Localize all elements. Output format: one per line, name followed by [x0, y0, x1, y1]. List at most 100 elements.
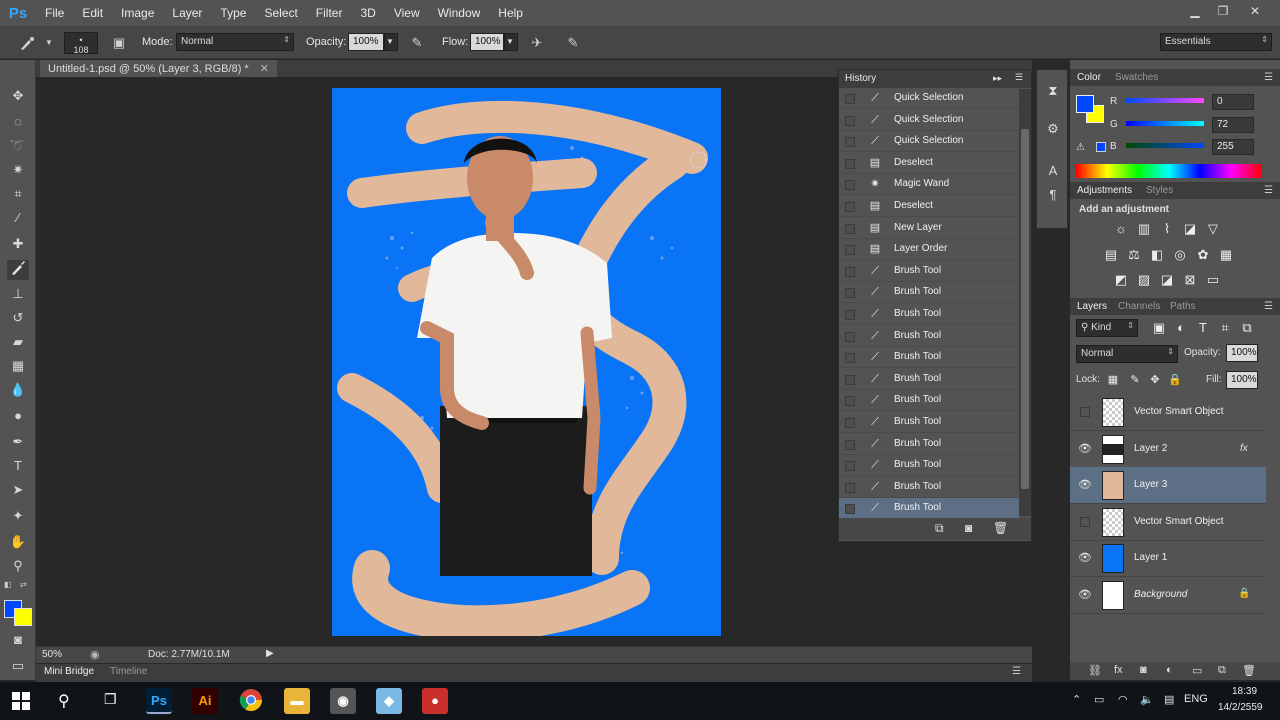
gradient-tool-icon[interactable]: ▦ [7, 356, 29, 376]
history-item[interactable]: ⟋ Brush Tool [839, 261, 1019, 282]
history-item[interactable]: ▤ Deselect [839, 153, 1019, 174]
black-white-icon[interactable]: ◧ [1148, 247, 1166, 263]
layer-thumbnail[interactable] [1102, 398, 1124, 427]
history-snapshot-checkbox[interactable] [845, 223, 855, 234]
menu-select[interactable]: Select [255, 6, 306, 20]
flow-dropdown[interactable]: ▼ [504, 33, 518, 51]
r-slider[interactable] [1126, 98, 1204, 103]
history-snapshot-checkbox[interactable] [845, 482, 855, 493]
brush-preset-icon[interactable] [18, 34, 36, 52]
history-snapshot-checkbox[interactable] [845, 245, 855, 256]
filter-type-icon[interactable]: T [1194, 320, 1212, 336]
menu-type[interactable]: Type [211, 6, 255, 20]
wifi-icon[interactable]: ◠ [1118, 693, 1128, 706]
status-icon[interactable]: ◉ [90, 648, 100, 661]
tab-timeline[interactable]: Timeline [110, 666, 147, 677]
history-snapshot-checkbox[interactable] [845, 288, 855, 299]
blend-mode-select[interactable]: Normal ⇕ [1076, 345, 1178, 363]
custom-shape-tool-icon[interactable]: ✦ [7, 506, 29, 526]
filter-pixel-icon[interactable]: ▣ [1150, 320, 1168, 336]
chevron-down-icon[interactable]: ▼ [40, 34, 58, 52]
layer-style-icon[interactable]: fx [1114, 664, 1123, 676]
selective-color-icon[interactable]: ⊠ [1181, 272, 1199, 288]
brush-panel-icon[interactable]: ▣ [110, 34, 128, 52]
web-safe-swatch[interactable] [1096, 142, 1106, 152]
menu-layer[interactable]: Layer [163, 6, 211, 20]
history-item[interactable]: ▤ New Layer [839, 218, 1019, 239]
layer-name[interactable]: Layer 1 [1134, 552, 1167, 563]
menu-edit[interactable]: Edit [73, 6, 112, 20]
panel-menu-icon[interactable]: ☰ [1264, 301, 1273, 312]
history-title[interactable]: History [845, 73, 876, 84]
close-icon[interactable]: ✕ [1240, 2, 1270, 20]
r-value[interactable]: 0 [1212, 94, 1254, 110]
color-lookup-icon[interactable]: ▦ [1217, 247, 1235, 263]
path-selection-tool-icon[interactable]: ➤ [7, 480, 29, 500]
fill-field[interactable]: 100% [1226, 371, 1258, 389]
message-icon[interactable]: ▤ [1164, 693, 1174, 706]
color-spectrum-bar[interactable] [1076, 164, 1262, 178]
type-tool-icon[interactable]: T [7, 456, 29, 476]
blur-tool-icon[interactable]: 💧 [7, 380, 29, 400]
history-item[interactable]: ▤ Layer Order [839, 239, 1019, 261]
history-snapshot-checkbox[interactable] [845, 331, 855, 342]
tab-adjustments[interactable]: Adjustments [1077, 185, 1132, 196]
panel-menu-icon[interactable]: ☰ [1264, 72, 1273, 83]
restore-icon[interactable]: ❐ [1208, 2, 1238, 20]
chevron-up-icon[interactable]: ⌃ [1072, 693, 1081, 706]
panel-menu-icon[interactable]: ☰ [1015, 72, 1023, 83]
layer-row[interactable]: 👁 Background 🔒 [1070, 577, 1266, 614]
layer-thumbnail[interactable] [1102, 544, 1124, 573]
workspace-select[interactable]: Essentials ⇕ [1160, 33, 1272, 51]
brush-presets-icon[interactable]: ⚙ [1044, 120, 1062, 138]
menu-window[interactable]: Window [429, 6, 490, 20]
layer-thumbnail[interactable] [1102, 471, 1124, 500]
history-snapshot-checkbox[interactable] [845, 158, 855, 169]
pen-tool-icon[interactable]: ✒ [7, 432, 29, 452]
new-group-icon[interactable]: ▭ [1192, 664, 1202, 677]
history-snapshot-checkbox[interactable] [845, 504, 855, 515]
new-adjustment-icon[interactable]: ◐ [1166, 664, 1173, 676]
visibility-eye-icon[interactable]: 👁 [1078, 442, 1092, 456]
channel-mixer-icon[interactable]: ✿ [1194, 247, 1212, 263]
mode-select[interactable]: Normal ⇕ [176, 33, 294, 51]
flow-field[interactable]: 100% [470, 33, 504, 51]
photo-filter-icon[interactable]: ◎ [1171, 247, 1189, 263]
crop-tool-icon[interactable]: ⌗ [7, 184, 29, 204]
photoshop-taskbar-app[interactable]: Ps [146, 688, 172, 714]
b-slider[interactable] [1126, 143, 1204, 148]
eyedropper-tool-icon[interactable]: ⁄ [7, 208, 29, 228]
layer-thumbnail[interactable] [1102, 507, 1124, 537]
chrome-icon[interactable] [238, 688, 264, 714]
document-canvas[interactable] [332, 88, 721, 636]
new-layer-icon[interactable]: ⧉ [1218, 664, 1226, 677]
menu-3d[interactable]: 3D [351, 6, 384, 20]
history-item[interactable]: ✷ Magic Wand [839, 174, 1019, 196]
tab-styles[interactable]: Styles [1146, 185, 1173, 196]
pressure-size-icon[interactable]: ✎ [564, 34, 582, 52]
move-tool-icon[interactable]: ✥ [7, 86, 29, 106]
brush-size-picker[interactable]: • 108 [64, 32, 98, 55]
visibility-eye-icon[interactable]: 👁 [1078, 588, 1092, 602]
healing-brush-tool-icon[interactable]: ✚ [7, 234, 29, 254]
play-right-icon[interactable]: ▶ [266, 648, 274, 659]
clock-date[interactable]: 14/2/2559 [1218, 702, 1263, 713]
history-snapshot-checkbox[interactable] [845, 396, 855, 407]
history-item[interactable]: ⟋ Brush Tool [839, 369, 1019, 390]
invert-icon[interactable]: ◩ [1112, 272, 1130, 288]
lock-position-icon[interactable]: ✥ [1146, 372, 1164, 388]
gradient-map-icon[interactable]: ▭ [1204, 272, 1222, 288]
menu-image[interactable]: Image [112, 6, 163, 20]
search-icon[interactable]: ⚲ [58, 691, 70, 711]
lasso-tool-icon[interactable]: ➰ [7, 136, 29, 156]
gamut-warning-icon[interactable]: ⚠ [1076, 142, 1085, 153]
levels-icon[interactable]: ▥ [1135, 221, 1153, 237]
airbrush-icon[interactable]: ✈ [528, 34, 546, 52]
history-item[interactable]: ⟋ Brush Tool [839, 304, 1019, 325]
lock-all-icon[interactable]: 🔒 [1166, 372, 1184, 388]
document-tab[interactable]: Untitled-1.psd @ 50% (Layer 3, RGB/8) * … [40, 60, 277, 77]
media-app-icon[interactable]: ● [422, 688, 448, 714]
history-item[interactable]: ⟋ Brush Tool [839, 434, 1019, 455]
tab-layers[interactable]: Layers [1077, 301, 1107, 312]
history-snapshot-checkbox[interactable] [845, 115, 855, 126]
